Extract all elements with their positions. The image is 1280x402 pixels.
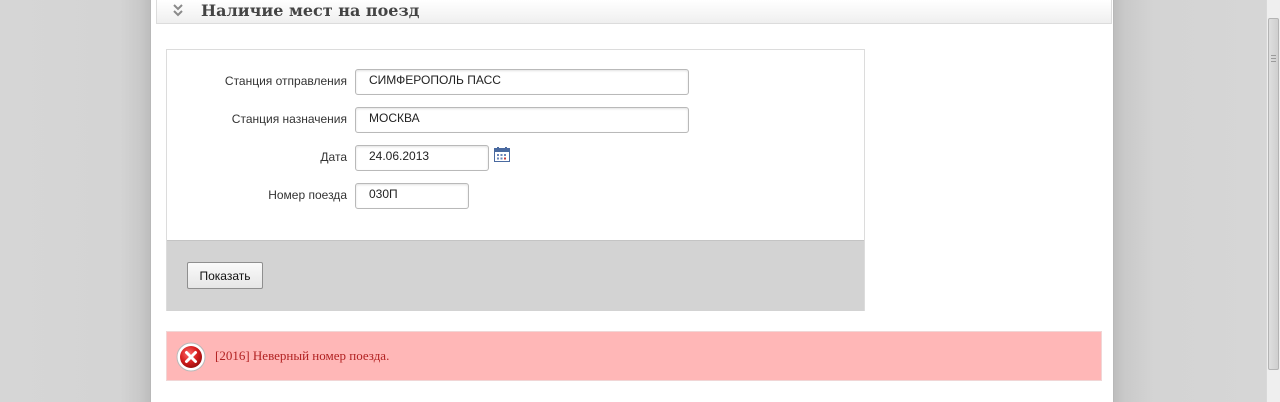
scrollbar-grip-line <box>1271 58 1276 59</box>
error-x-icon <box>176 342 206 372</box>
search-form: Станция отправления СИМФЕРОПОЛЬ ПАСС Ста… <box>166 49 865 311</box>
calendar-icon[interactable] <box>494 147 511 163</box>
double-chevron-down-icon[interactable] <box>171 2 185 20</box>
scrollbar-thumb[interactable] <box>1268 18 1279 370</box>
destination-station-row: Станция назначения МОСКВА <box>167 107 866 133</box>
scrollbar-grip-line <box>1271 61 1276 62</box>
window-background-left <box>0 0 150 402</box>
departure-station-row: Станция отправления СИМФЕРОПОЛЬ ПАСС <box>167 69 866 95</box>
train-number-label: Номер поезда <box>268 188 347 202</box>
page-content: Наличие мест на поезд Станция отправлени… <box>150 0 1114 402</box>
departure-station-label: Станция отправления <box>224 74 347 88</box>
train-number-input[interactable]: 030П <box>355 183 469 209</box>
destination-station-label: Станция назначения <box>231 112 347 126</box>
scrollbar-grip-line <box>1271 55 1276 56</box>
error-message-text: [2016] Неверный номер поезда. <box>215 348 390 363</box>
error-message-box: [2016] Неверный номер поезда. <box>166 331 1102 381</box>
panel-title: Наличие мест на поезд <box>201 1 420 20</box>
vertical-scrollbar[interactable] <box>1266 0 1280 402</box>
show-button[interactable]: Показать <box>187 262 263 289</box>
window-background-right <box>1114 0 1266 402</box>
train-number-row: Номер поезда 030П <box>167 183 866 209</box>
destination-station-input[interactable]: МОСКВА <box>355 107 689 133</box>
departure-station-input[interactable]: СИМФЕРОПОЛЬ ПАСС <box>355 69 689 95</box>
panel-header[interactable]: Наличие мест на поезд <box>156 0 1112 24</box>
date-row: Дата 24.06.2013 <box>167 145 866 171</box>
date-input[interactable]: 24.06.2013 <box>355 145 489 171</box>
form-button-bar: Показать <box>167 240 864 311</box>
date-label: Дата <box>320 150 347 164</box>
